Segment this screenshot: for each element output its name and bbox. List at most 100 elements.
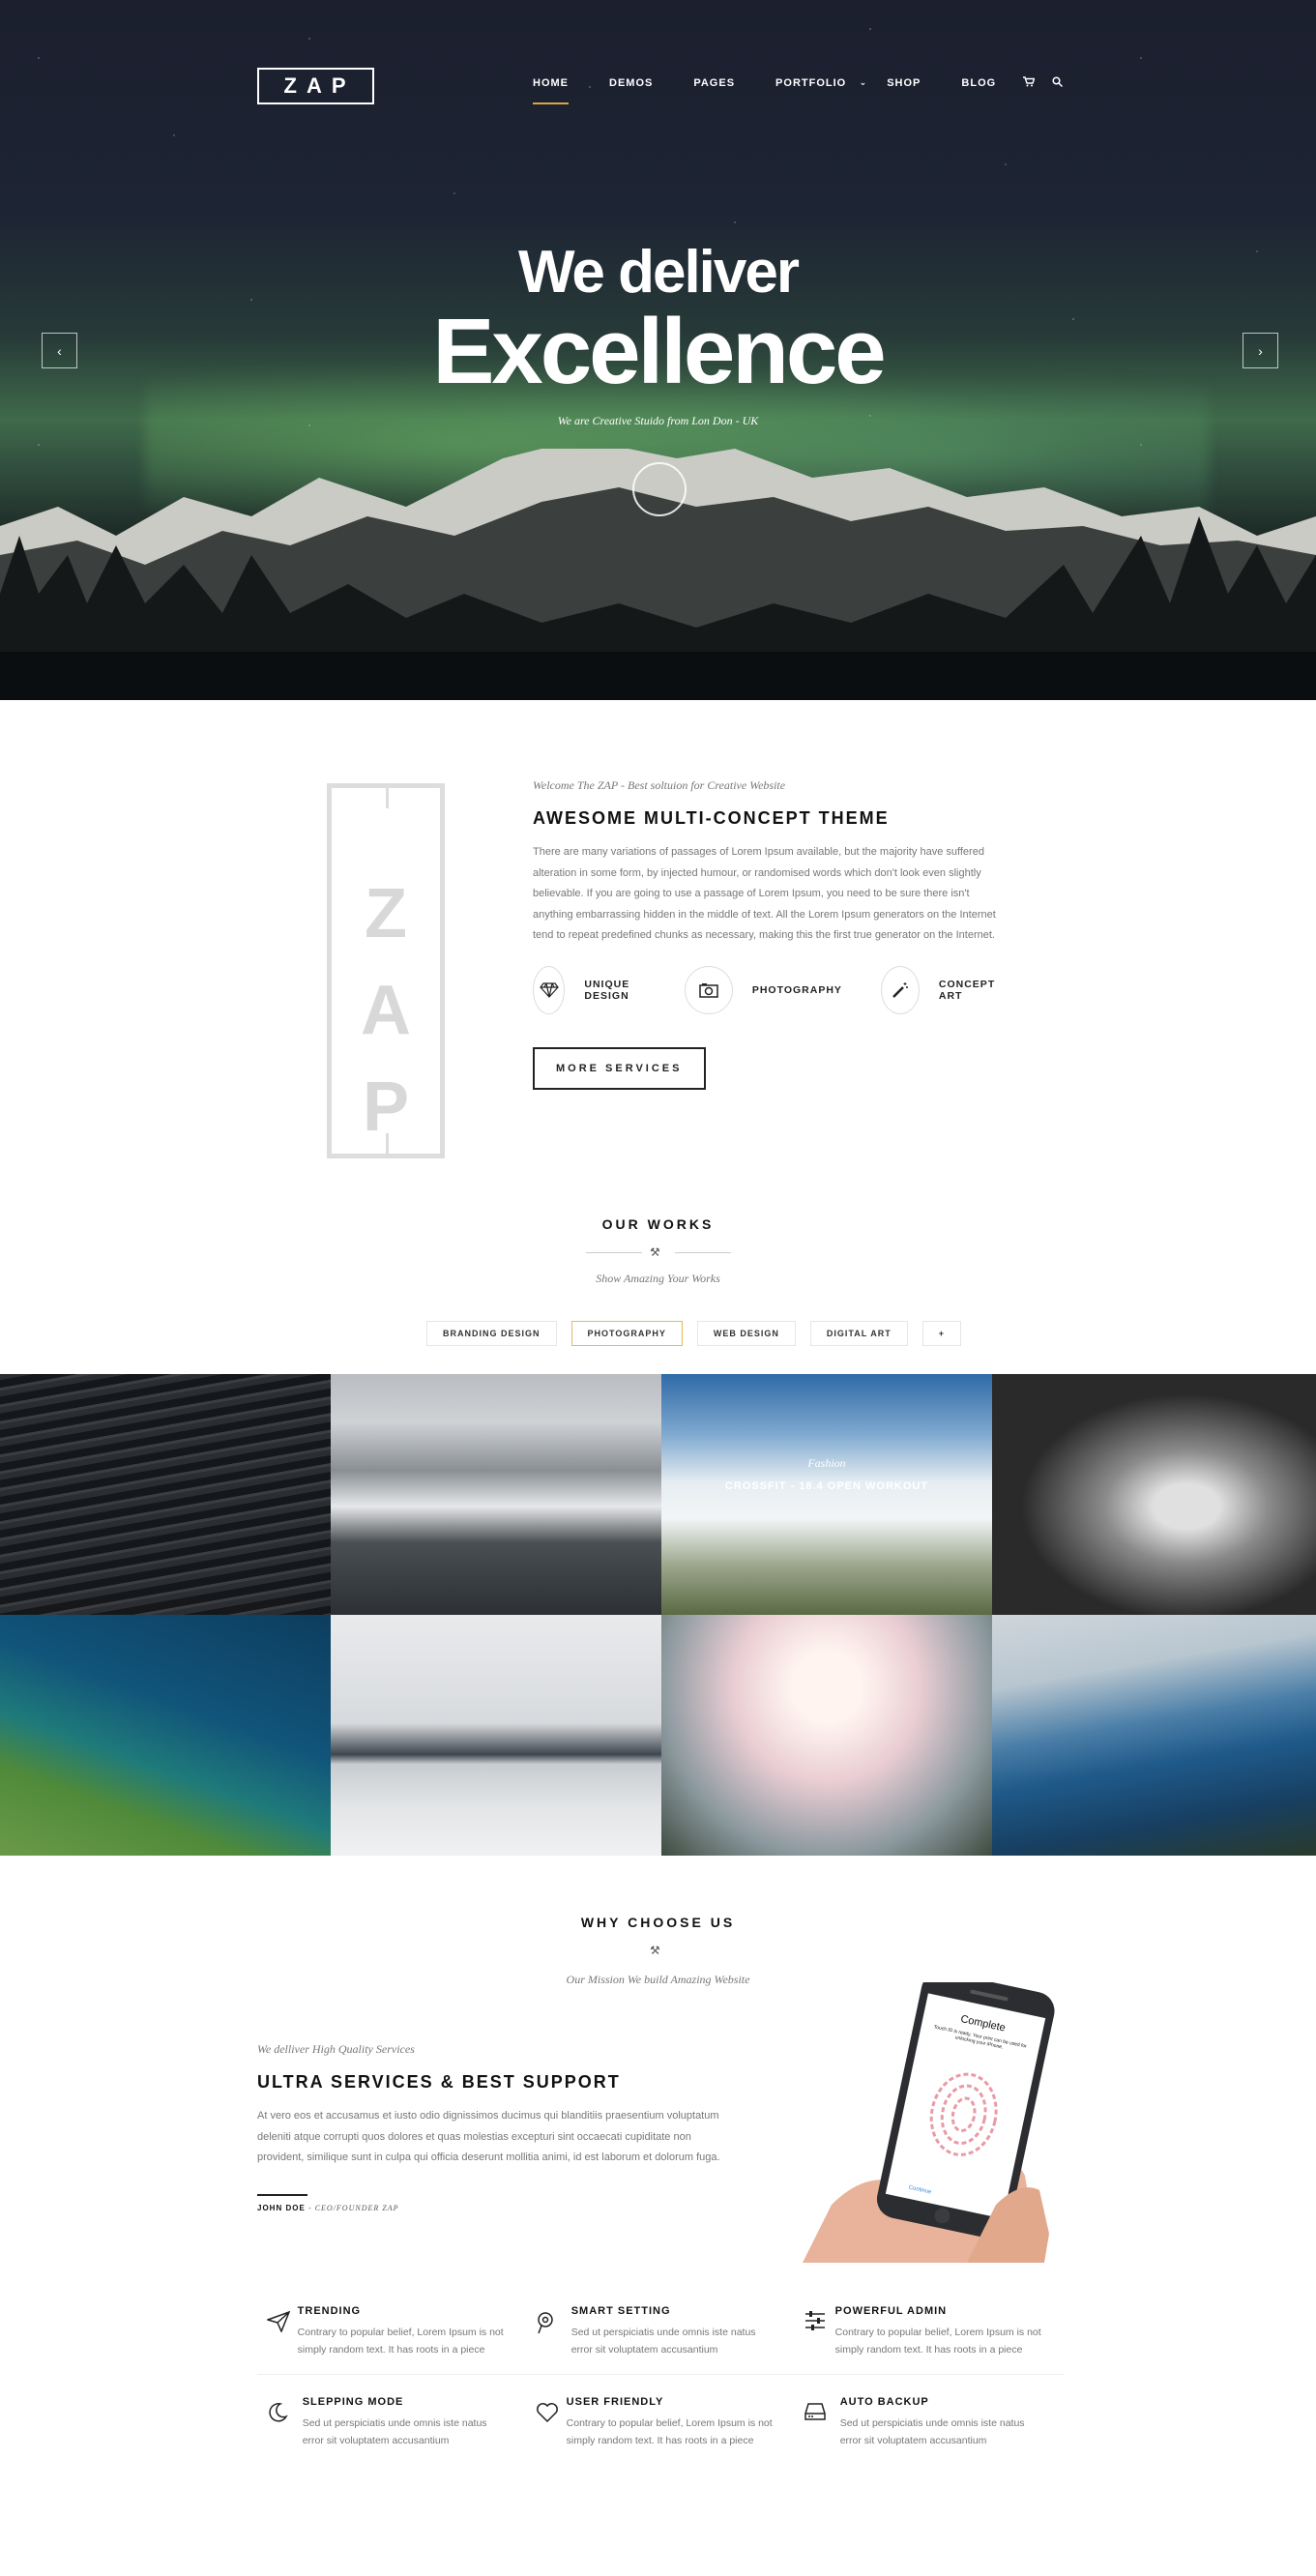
slider-prev-button[interactable]: ‹ [42, 333, 77, 368]
camera-icon [684, 965, 733, 1014]
portfolio-tile-lake-reflection[interactable] [331, 1615, 661, 1856]
portfolio-tile-waterfall[interactable]: Fashion CROSSFIT - 18.4 OPEN WORKOUT [661, 1374, 992, 1615]
signature-line [257, 2193, 307, 2196]
service-powerful-admin: POWERFUL ADMIN Contrary to popular belie… [795, 2305, 1064, 2358]
nav-icons [1023, 76, 1064, 90]
about-title: AWESOME MULTI-CONCEPT THEME [533, 808, 890, 828]
hero-line-2: Excellence [432, 300, 886, 403]
hammer-icon: ⚒ [650, 1944, 660, 1957]
divider-line [675, 1252, 731, 1253]
signature: JOHN DOE - CEO/FOUNDER ZAP [257, 2204, 721, 2212]
portfolio-filters: BRANDING DESIGN PHOTOGRAPHY WEB DESIGN D… [426, 1321, 976, 1346]
feature-list: UNIQUE DESIGN PHOTOGRAPHY CONCEPT ART [533, 965, 997, 1014]
service-text: Contrary to popular belief, Lorem Ipsum … [297, 2327, 504, 2356]
hero-subtitle: We are Creative Stuido from Lon Don - UK [557, 414, 759, 427]
sliders-icon [795, 2305, 835, 2358]
feature-label: PHOTOGRAPHY [751, 983, 842, 996]
filter-branding-design[interactable]: BRANDING DESIGN [426, 1321, 557, 1346]
vertical-logo-letter-z: Z [365, 875, 407, 952]
nav-demos[interactable]: DEMOS [609, 77, 653, 89]
tile-title: CROSSFIT - 18.4 OPEN WORKOUT [724, 1480, 929, 1492]
nav-home[interactable]: HOME [533, 77, 569, 104]
service-body: POWERFUL ADMIN Contrary to popular belie… [835, 2305, 1044, 2358]
chevron-right-icon: › [1258, 342, 1263, 359]
service-auto-backup: AUTO BACKUP Sed ut perspiciatis unde omn… [795, 2396, 1064, 2449]
hero-headline: We deliver Excellence We are Creative St… [0, 242, 1316, 428]
service-title: TRENDING [297, 2305, 362, 2317]
why-heading: ULTRA SERVICES & BEST SUPPORT [257, 2072, 621, 2092]
hero-section: ZAP HOME DEMOS PAGES PORTFOLIO ⌄ SHOP BLO… [0, 0, 1316, 700]
portfolio-tile-dark-waves[interactable] [0, 1374, 331, 1615]
tile-category: Fashion [807, 1456, 846, 1470]
service-body: AUTO BACKUP Sed ut perspiciatis unde omn… [840, 2396, 1044, 2449]
heart-icon [526, 2396, 567, 2449]
slider-next-button[interactable]: › [1243, 333, 1278, 368]
service-sleeping-mode: SLEPPING MODE Sed ut perspiciatis unde o… [257, 2396, 526, 2449]
portfolio-tile-green-coast[interactable] [0, 1615, 331, 1856]
vertical-logo: Z A P [327, 783, 445, 1158]
portfolio-tile-snowy-mountains[interactable] [331, 1374, 661, 1615]
signature-role: - CEO/FOUNDER ZAP [308, 2203, 399, 2212]
services-divider [257, 2374, 1064, 2375]
service-title: SLEPPING MODE [302, 2396, 404, 2408]
cart-icon[interactable] [1023, 76, 1036, 90]
service-body: USER FRIENDLY Contrary to popular belief… [567, 2396, 775, 2449]
vertical-logo-text: Z A P [332, 865, 440, 1156]
nav-shop[interactable]: SHOP [887, 77, 921, 89]
chevron-left-icon: ‹ [57, 342, 62, 359]
about-paragraph: There are many variations of passages of… [533, 846, 996, 941]
about-script: Welcome The ZAP - Best soltuion for Crea… [533, 778, 786, 792]
services-row: SLEPPING MODE Sed ut perspiciatis unde o… [257, 2396, 1064, 2449]
service-trending: TRENDING Contrary to popular belief, Lor… [257, 2305, 526, 2358]
hard-drive-icon [795, 2396, 840, 2449]
service-title: USER FRIENDLY [566, 2396, 664, 2408]
filter-photography[interactable]: PHOTOGRAPHY [570, 1321, 683, 1346]
play-video-button[interactable] [632, 462, 687, 516]
service-title: AUTO BACKUP [839, 2396, 929, 2408]
portfolio-tile-surf-wave[interactable] [992, 1615, 1316, 1856]
filter-web-design[interactable]: WEB DESIGN [696, 1321, 796, 1346]
nav-pages[interactable]: PAGES [693, 77, 735, 89]
service-text: Contrary to popular belief, Lorem Ipsum … [566, 2417, 773, 2446]
feature-photography: PHOTOGRAPHY [684, 965, 842, 1014]
why-content: We delliver High Quality Services ULTRA … [257, 2042, 721, 2212]
feature-concept-art: CONCEPT ART [880, 965, 1005, 1014]
diamond-icon [533, 965, 566, 1014]
logo-line-bottom [386, 1133, 389, 1158]
phone-in-hand-illustration: Complete Touch ID is ready. Your print c… [803, 1982, 1055, 2263]
why-script: We delliver High Quality Services [257, 2042, 415, 2056]
services-row: TRENDING Contrary to popular belief, Lor… [257, 2305, 1064, 2358]
portfolio-grid: Fashion CROSSFIT - 18.4 OPEN WORKOUT [0, 1374, 1316, 1856]
top-nav: ZAP HOME DEMOS PAGES PORTFOLIO ⌄ SHOP BLO… [257, 68, 1064, 106]
logo-line-top [386, 783, 389, 808]
service-text: Sed ut perspiciatis unde omnis iste natu… [570, 2327, 756, 2356]
nav-blog[interactable]: BLOG [961, 77, 996, 89]
works-title: OUR WORKS [601, 1216, 715, 1232]
logo[interactable]: ZAP [257, 68, 374, 104]
portfolio-tile-sunset-rock[interactable] [661, 1615, 992, 1856]
more-services-button[interactable]: MORE SERVICES [533, 1046, 706, 1090]
signature-name: JOHN DOE [257, 2203, 306, 2212]
why-title: WHY CHOOSE US [580, 1915, 736, 1930]
chevron-down-icon: ⌄ [859, 77, 868, 87]
service-text: Sed ut perspiciatis unde omnis iste natu… [302, 2417, 487, 2446]
filter-more[interactable]: + [921, 1321, 961, 1346]
service-smart-setting: SMART SETTING Sed ut perspiciatis unde o… [526, 2305, 795, 2358]
why-paragraph: At vero eos et accusamus et iusto odio d… [257, 2110, 720, 2163]
service-title: SMART SETTING [570, 2305, 671, 2317]
search-icon[interactable] [1052, 76, 1064, 90]
service-body: SLEPPING MODE Sed ut perspiciatis unde o… [303, 2396, 507, 2449]
nav-portfolio-label: PORTFOLIO [775, 77, 847, 89]
portfolio-tile-bw-feet[interactable] [992, 1374, 1316, 1615]
divider-line [586, 1252, 642, 1253]
magic-wand-icon [880, 965, 920, 1014]
why-divider: ⚒ [586, 1944, 731, 1957]
feature-label: CONCEPT ART [938, 978, 996, 1002]
main-menu: HOME DEMOS PAGES PORTFOLIO ⌄ SHOP BLOG [533, 77, 1037, 104]
moon-icon [257, 2396, 303, 2449]
service-user-friendly: USER FRIENDLY Contrary to popular belief… [526, 2396, 795, 2449]
nav-portfolio[interactable]: PORTFOLIO ⌄ [775, 77, 866, 89]
vertical-logo-letter-a: A [361, 972, 411, 1049]
paper-plane-icon [257, 2305, 298, 2358]
filter-digital-art[interactable]: DIGITAL ART [809, 1321, 908, 1346]
